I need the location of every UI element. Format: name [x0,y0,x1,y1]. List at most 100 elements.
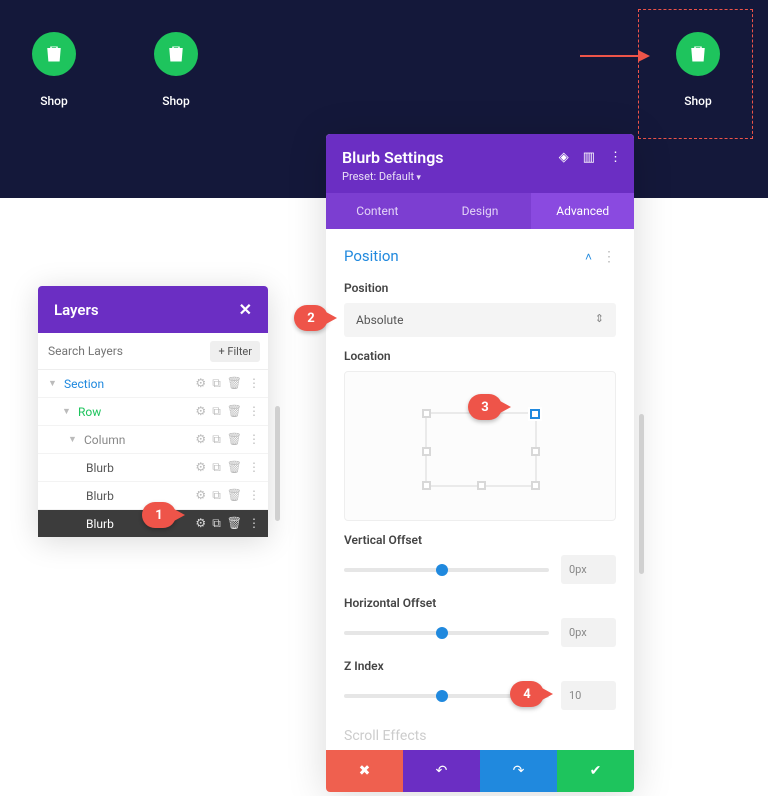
menu-icon: ⋮ [248,432,260,447]
menu-icon: ⋮ [248,376,260,391]
layer-actions[interactable]: ⚙⧉🗑⋮ [195,404,260,419]
callout-1: 1 [142,502,176,528]
layers-header: Layers ✕ [38,286,268,333]
menu-icon[interactable]: ⋮ [609,150,622,165]
anchor-bottom-right[interactable] [531,481,540,490]
focus-icon[interactable]: ◈ [559,150,569,165]
callout-3: 3 [468,394,502,420]
anchor-top-left[interactable] [422,409,431,418]
layer-blurb[interactable]: Blurb ⚙ ⧉ 🗑 ⋮ [38,454,268,482]
shop-blurb-3[interactable]: Shop [668,32,728,108]
settings-tabs: Content Design Advanced [326,193,634,229]
duplicate-icon: ⧉ [212,488,221,503]
shopping-bag-icon [676,32,720,76]
vertical-offset-input[interactable] [561,555,616,584]
z-index-field: Z Index [326,649,634,712]
position-select[interactable]: Absolute [344,303,616,337]
section-label: Position [344,247,399,265]
z-index-input[interactable] [561,681,616,710]
duplicate-icon: ⧉ [212,460,221,475]
anchor-middle-right[interactable] [531,447,540,456]
layer-actions[interactable]: ⚙ ⧉ 🗑 ⋮ [195,460,260,475]
shop-label: Shop [146,94,206,108]
slider-thumb[interactable] [436,690,448,702]
callout-4: 4 [510,681,544,707]
search-input[interactable] [46,340,210,362]
gear-icon: ⚙ [195,516,206,531]
menu-icon: ⋮ [248,460,260,475]
cancel-button[interactable]: ✖ [326,750,403,792]
shop-label: Shop [668,94,728,108]
filter-button[interactable]: + Filter [210,341,260,362]
slider-thumb[interactable] [436,627,448,639]
gear-icon: ⚙ [195,432,206,447]
anchor-top-right[interactable] [530,409,540,419]
layer-actions[interactable]: ⚙⧉🗑⋮ [195,488,260,503]
caret-down-icon: ▼ [48,378,58,389]
field-label: Z Index [344,659,616,673]
tab-content[interactable]: Content [326,193,429,229]
position-field: Position Absolute [326,271,634,339]
gear-icon: ⚙ [195,488,206,503]
duplicate-icon: ⧉ [212,516,221,531]
layer-actions[interactable]: ⚙⧉🗑⋮ [195,376,260,391]
caret-down-icon: ▼ [62,406,72,417]
expand-icon[interactable]: ▥ [583,150,595,165]
layers-panel: Layers ✕ + Filter ▼ Section ⚙ ⧉ 🗑 ⋮ ▼ Row ⚙… [38,286,268,537]
trash-icon: 🗑 [227,432,242,447]
horizontal-offset-slider[interactable] [344,631,549,635]
field-label: Horizontal Offset [344,596,616,610]
vertical-offset-slider[interactable] [344,568,549,572]
anchor-bottom-center[interactable] [477,481,486,490]
field-label: Position [344,281,616,295]
anchor-middle-left[interactable] [422,447,431,456]
tab-advanced[interactable]: Advanced [531,193,634,229]
save-button[interactable]: ✔ [557,750,634,792]
layer-label: Section [64,377,195,391]
settings-header: Blurb Settings Preset: Default ◈ ▥ ⋮ [326,134,634,193]
field-label: Vertical Offset [344,533,616,547]
redo-button[interactable]: ↷ [480,750,557,792]
shopping-bag-icon [154,32,198,76]
field-label: Location [344,349,616,363]
duplicate-icon: ⧉ [212,432,221,447]
layer-label: Blurb [86,489,195,503]
layer-column[interactable]: ▼ Column ⚙⧉🗑⋮ [38,426,268,454]
horizontal-offset-input[interactable] [561,618,616,647]
shop-blurb-1[interactable]: Shop [24,32,84,108]
trash-icon: 🗑 [227,460,242,475]
close-icon[interactable]: ✕ [239,300,252,319]
layer-label: Blurb [86,461,195,475]
horizontal-offset-field: Horizontal Offset [326,586,634,649]
gear-icon: ⚙ [195,404,206,419]
trash-icon: 🗑 [227,516,242,531]
menu-icon: ⋮ [248,516,260,531]
vertical-offset-field: Vertical Offset [326,523,634,586]
layer-actions[interactable]: ⚙ ⧉ 🗑 ⋮ [195,516,260,531]
shop-blurb-2[interactable]: Shop [146,32,206,108]
layer-actions[interactable]: ⚙ ⧉ 🗑 ⋮ [195,432,260,447]
shopping-bag-icon [32,32,76,76]
layer-row[interactable]: ▼ Row ⚙⧉🗑⋮ [38,398,268,426]
trash-icon: 🗑 [227,488,242,503]
preset-dropdown[interactable]: Preset: Default [342,170,618,183]
annotation-arrow [580,55,640,57]
trash-icon: 🗑 [227,376,242,391]
anchor-bottom-left[interactable] [422,481,431,490]
slider-thumb[interactable] [436,564,448,576]
scroll-effects-section[interactable]: Scroll Effects [326,712,634,750]
duplicate-icon: ⧉ [212,404,221,419]
layer-label: Row [78,405,195,419]
scrollbar[interactable] [639,414,644,574]
menu-icon[interactable]: ⋮ [602,249,616,265]
undo-button[interactable]: ↶ [403,750,480,792]
layer-section[interactable]: ▼ Section ⚙⧉🗑⋮ [38,370,268,398]
gear-icon: ⚙ [195,460,206,475]
tab-design[interactable]: Design [429,193,532,229]
position-section-header[interactable]: Position ˄⋮ [326,229,634,271]
scrollbar[interactable] [275,406,280,521]
layer-label: Column [84,433,195,447]
trash-icon: 🗑 [227,404,242,419]
duplicate-icon: ⧉ [212,376,221,391]
action-bar: ✖ ↶ ↷ ✔ [326,750,634,792]
